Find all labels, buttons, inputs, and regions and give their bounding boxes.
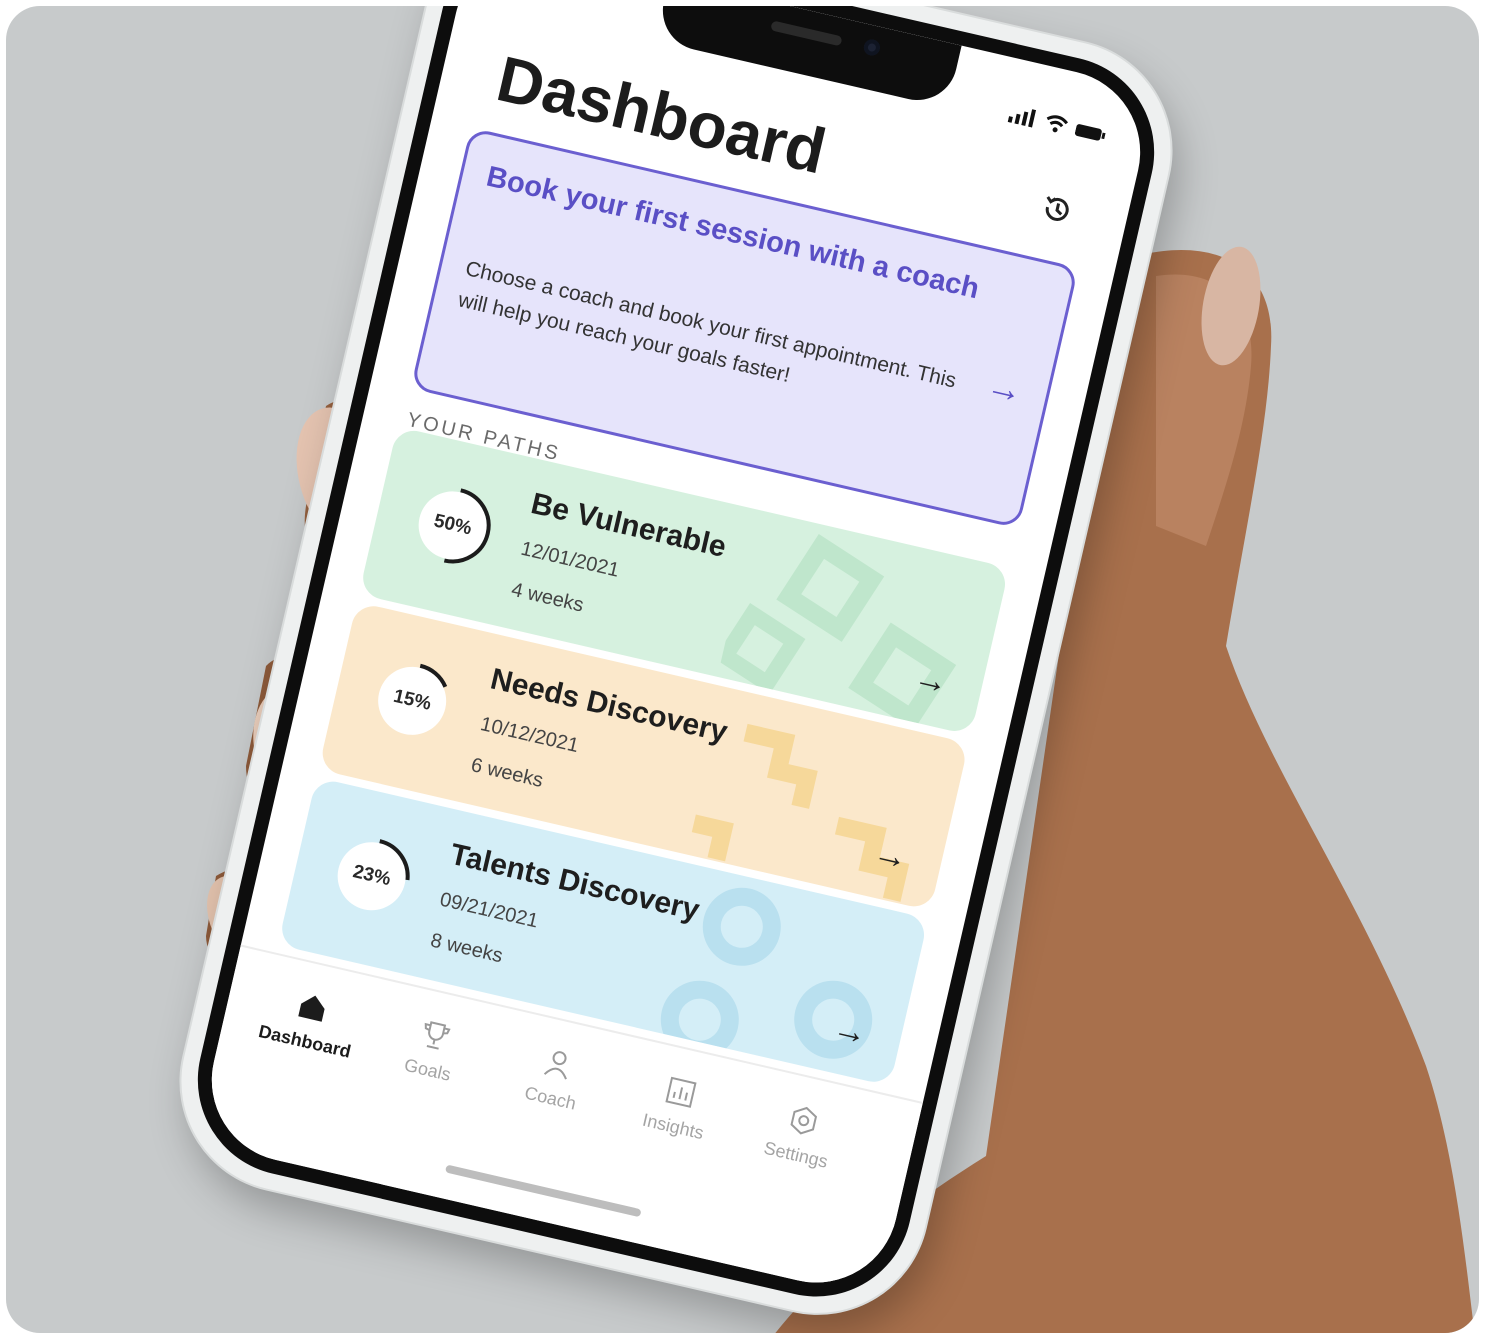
path-date: 12/01/2021 [518,537,622,582]
nav-label: Goals [402,1054,453,1085]
path-duration: 6 weeks [468,754,546,792]
speaker-grille [770,20,843,47]
path-duration: 8 weeks [428,929,505,968]
arrow-right-icon[interactable]: → [982,364,1027,413]
photo-background: Dashboard Book your first session with a… [6,6,1479,1333]
nav-label: Dashboard [256,1021,353,1062]
photo-frame: Dashboard Book your first session with a… [0,0,1485,1339]
trophy-icon [424,1021,451,1050]
battery-icon [1074,124,1106,141]
nav-goals[interactable]: Goals [367,1008,498,1094]
home-icon [298,995,325,1022]
path-date: 10/12/2021 [478,713,581,758]
nav-label: Insights [640,1109,706,1144]
nav-settings[interactable]: Settings [735,1093,866,1179]
nav-label: Coach [522,1082,578,1114]
nav-insights[interactable]: Insights [612,1064,743,1150]
progress-percent: 23% [350,861,393,891]
person-icon [543,1051,567,1080]
nav-label: Settings [761,1137,830,1172]
nav-coach[interactable]: Coach [489,1036,620,1122]
signal-icon [1007,109,1036,128]
wifi-icon [1046,115,1068,133]
path-duration: 4 weeks [509,578,586,617]
history-icon[interactable] [1036,188,1079,231]
nav-dashboard[interactable]: Dashboard [244,979,375,1065]
front-camera [862,37,882,58]
path-date: 09/21/2021 [437,888,541,933]
status-bar [1006,102,1108,149]
chart-icon [665,1076,697,1108]
progress-percent: 15% [391,685,434,715]
progress-percent: 50% [431,510,474,540]
gear-icon [790,1106,818,1135]
